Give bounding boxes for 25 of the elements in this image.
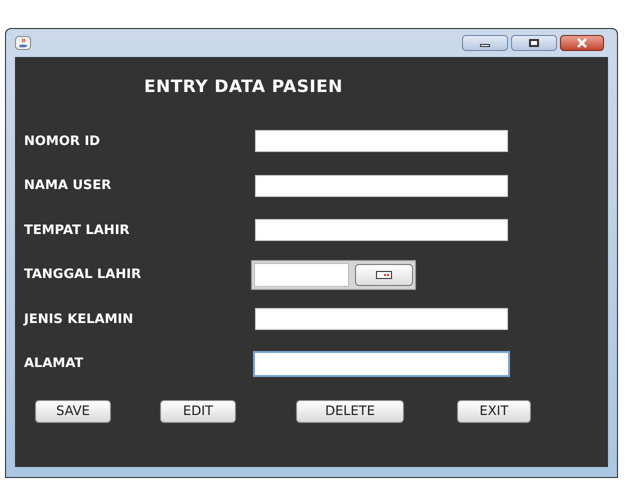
action-button[interactable]: DELETE bbox=[296, 400, 404, 423]
calendar-icon bbox=[376, 270, 392, 279]
action-button[interactable]: EDIT bbox=[160, 400, 236, 423]
text-field[interactable] bbox=[255, 219, 508, 242]
close-icon bbox=[576, 38, 588, 48]
field-label: NOMOR ID bbox=[24, 132, 102, 150]
field-label: JENIS KELAMIN bbox=[24, 310, 134, 328]
field-label: TEMPAT LAHIR bbox=[24, 222, 131, 240]
text-field[interactable] bbox=[255, 174, 508, 197]
date-field[interactable] bbox=[254, 262, 349, 287]
maximize-button[interactable] bbox=[511, 35, 557, 51]
form-title: ENTRY DATA PASIEN bbox=[144, 76, 343, 100]
minimize-button[interactable] bbox=[462, 35, 508, 51]
text-field[interactable] bbox=[255, 308, 508, 330]
field-label: NAMA USER bbox=[24, 177, 112, 195]
field-label: TANGGAL LAHIR bbox=[24, 266, 142, 284]
close-button[interactable] bbox=[560, 35, 604, 51]
date-picker[interactable] bbox=[251, 260, 416, 290]
field-label: ALAMAT bbox=[24, 355, 84, 373]
text-field[interactable] bbox=[255, 130, 508, 152]
action-button[interactable]: EXIT bbox=[457, 400, 531, 423]
text-field[interactable] bbox=[253, 350, 510, 377]
calendar-button[interactable] bbox=[355, 264, 413, 286]
action-button[interactable]: SAVE bbox=[35, 400, 111, 423]
java-cup-icon bbox=[15, 36, 31, 50]
